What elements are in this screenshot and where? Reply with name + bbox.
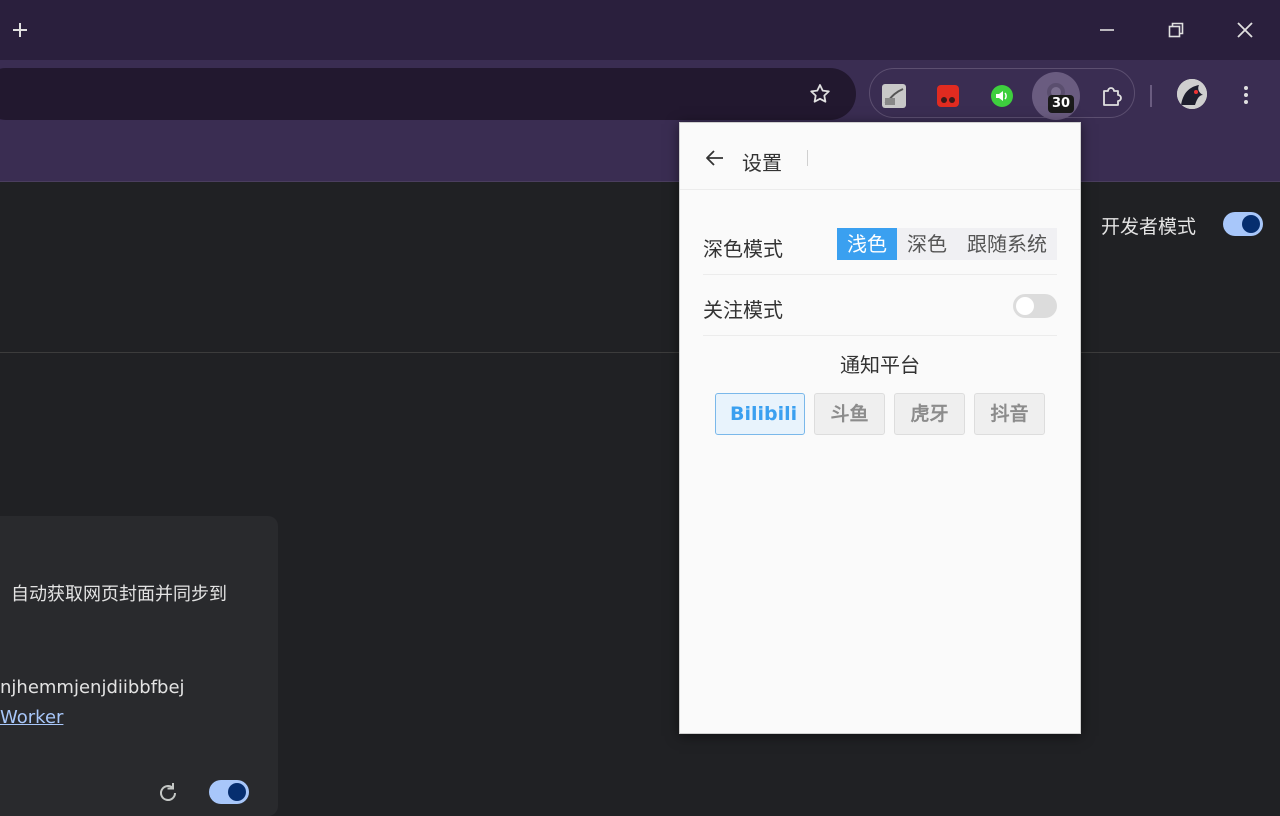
developer-mode-toggle[interactable]	[1223, 212, 1263, 236]
sound-extension-button[interactable]	[989, 83, 1015, 109]
extensions-menu-button[interactable]	[1099, 83, 1125, 109]
theme-option-light[interactable]: 浅色	[837, 228, 897, 260]
extension-enable-toggle[interactable]	[209, 780, 249, 804]
restore-button[interactable]	[1153, 10, 1199, 50]
toggle-knob	[1016, 297, 1034, 315]
focus-mode-row: 关注模式	[703, 275, 1057, 336]
platform-button-douyin[interactable]: 抖音	[974, 393, 1045, 435]
back-button[interactable]	[704, 147, 726, 169]
translate-extension-button[interactable]	[881, 83, 907, 109]
extension-card	[0, 516, 278, 816]
address-bar[interactable]	[0, 68, 856, 120]
notify-platform-title: 通知平台	[840, 353, 920, 377]
profile-avatar[interactable]	[1177, 79, 1207, 109]
close-window-button[interactable]	[1222, 10, 1268, 50]
toolbar-separator	[1150, 85, 1152, 107]
extension-popup: 设置 深色模式 浅色 深色 跟随系统 关注模式 通知平台 Bilibili 斗鱼…	[679, 122, 1081, 734]
dark-mode-label: 深色模式	[703, 237, 783, 261]
kebab-menu-icon	[1244, 86, 1248, 104]
reload-extension-button[interactable]	[155, 780, 181, 806]
dark-mode-segmented-control: 浅色 深色 跟随系统	[837, 228, 1057, 260]
minimize-button[interactable]	[1084, 10, 1130, 50]
translate-extension-icon	[882, 84, 906, 108]
extension-id: njhemmjenjdiibbfbej	[0, 677, 185, 698]
arrow-left-icon	[706, 150, 723, 166]
browser-toolbar	[0, 60, 1280, 120]
toggle-knob	[228, 783, 246, 801]
red-extension-icon	[937, 85, 959, 107]
header-divider	[0, 352, 1280, 353]
toggle-knob	[1242, 215, 1260, 233]
browser-menu-button[interactable]	[1234, 81, 1258, 109]
extensions-group	[869, 68, 1135, 120]
star-icon	[810, 84, 830, 103]
platform-button-douyu[interactable]: 斗鱼	[814, 393, 885, 435]
service-worker-link[interactable]: Worker	[0, 707, 63, 728]
bookmark-star-button[interactable]	[806, 80, 834, 108]
header-separator	[807, 150, 808, 166]
bookmarks-bar	[0, 120, 1280, 182]
restore-icon	[1168, 22, 1184, 38]
extension-badge: 30	[1048, 95, 1075, 113]
focus-mode-toggle[interactable]	[1013, 294, 1057, 318]
close-icon	[1237, 22, 1253, 38]
extension-description: 自动获取网页封面并同步到	[11, 584, 227, 605]
new-tab-button[interactable]	[8, 18, 32, 42]
minimize-icon	[1100, 29, 1114, 31]
dark-mode-row: 深色模式 浅色 深色 跟随系统	[703, 214, 1057, 275]
profile-image-icon	[1177, 79, 1207, 109]
theme-option-dark[interactable]: 深色	[897, 228, 957, 260]
title-bar	[0, 0, 1280, 60]
platform-button-huya[interactable]: 虎牙	[894, 393, 965, 435]
platform-button-group: Bilibili 斗鱼 虎牙 抖音	[715, 393, 1045, 435]
plus-icon	[13, 23, 27, 37]
red-extension-button[interactable]	[935, 83, 961, 109]
popup-title: 设置	[742, 151, 782, 175]
puzzle-icon	[1103, 87, 1122, 106]
reload-icon	[160, 783, 176, 801]
theme-option-system[interactable]: 跟随系统	[957, 228, 1057, 260]
speaker-icon	[991, 85, 1013, 107]
developer-mode-label: 开发者模式	[1101, 216, 1197, 238]
focus-mode-label: 关注模式	[703, 298, 783, 322]
popup-header: 设置	[680, 123, 1080, 190]
platform-button-bilibili[interactable]: Bilibili	[715, 393, 805, 435]
